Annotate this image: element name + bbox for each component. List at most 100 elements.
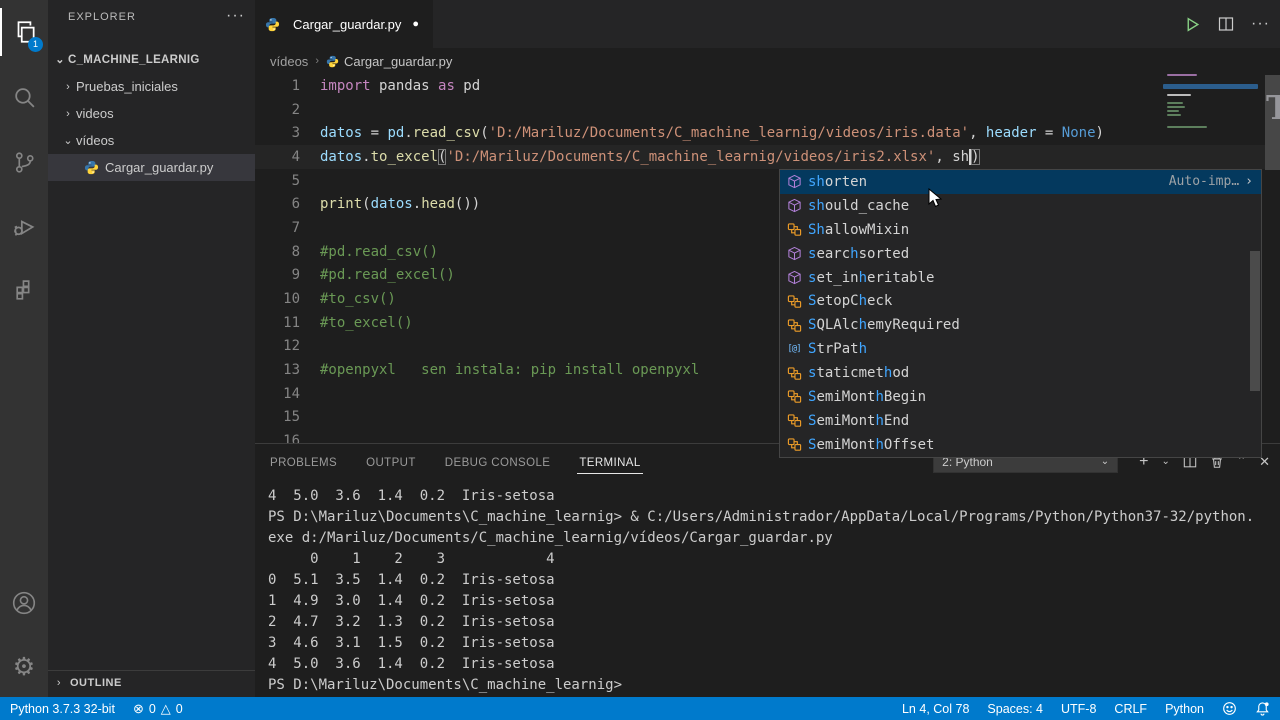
minimap[interactable] — [1163, 72, 1258, 138]
cursor-position-item[interactable]: Ln 4, Col 78 — [902, 702, 969, 716]
symbol-class-icon — [786, 389, 802, 405]
suggest-item-set_inheritable[interactable]: set_inheritable — [780, 266, 1261, 290]
suggest-label: SemiMonthEnd — [808, 413, 909, 429]
terminal-line: 0 1 2 3 4 — [268, 549, 1276, 570]
source-control-icon[interactable] — [0, 138, 48, 186]
line-number[interactable]: 8 — [255, 244, 300, 260]
line-number[interactable]: 11 — [255, 315, 300, 331]
symbol-class-icon — [786, 413, 802, 429]
more-actions-icon[interactable]: ··· — [1251, 19, 1270, 29]
symbol-value-icon: [@] — [786, 341, 802, 357]
tree-item-cargar-guardar-py[interactable]: Cargar_guardar.py — [48, 154, 255, 181]
line-number[interactable]: 7 — [255, 220, 300, 236]
code-line-2[interactable]: 2 — [255, 98, 1280, 122]
terminal-line: 1 4.9 3.0 1.4 0.2 Iris-setosa — [268, 591, 1276, 612]
extensions-icon[interactable] — [0, 266, 48, 314]
line-number[interactable]: 5 — [255, 173, 300, 189]
line-number[interactable]: 9 — [255, 267, 300, 283]
line-number[interactable]: 1 — [255, 78, 300, 94]
explorer-sidebar: EXPLORER ··· ⌄C_MACHINE_LEARNIG›Pruebas_… — [48, 0, 255, 697]
indentation-item[interactable]: Spaces: 4 — [987, 702, 1043, 716]
explorer-root-folder[interactable]: ⌄C_MACHINE_LEARNIG — [48, 46, 255, 73]
settings-gear-icon[interactable]: ⚙ — [0, 643, 48, 691]
language-mode-item[interactable]: Python — [1165, 702, 1204, 716]
activity-bar: 1 ⚙ — [0, 0, 48, 697]
suggest-item-semimonthbegin[interactable]: SemiMonthBegin — [780, 385, 1261, 409]
symbol-module-icon — [786, 270, 802, 286]
video-watermark: T — [1266, 88, 1280, 127]
suggest-item-semimonthoffset[interactable]: SemiMonthOffset — [780, 433, 1261, 457]
line-number[interactable]: 4 — [255, 149, 300, 165]
suggest-item-strpath[interactable]: [@] StrPath — [780, 337, 1261, 361]
line-number[interactable]: 6 — [255, 196, 300, 212]
suggest-label: SQLAlchemyRequired — [808, 317, 960, 333]
suggest-item-should_cache[interactable]: should_cache — [780, 194, 1261, 218]
tree-item-v-deos[interactable]: ⌄vídeos — [48, 127, 255, 154]
encoding-item[interactable]: UTF-8 — [1061, 702, 1096, 716]
line-number[interactable]: 3 — [255, 125, 300, 141]
chevron-down-icon[interactable]: ⌄ — [1161, 457, 1169, 467]
suggest-item-searchsorted[interactable]: searchsorted — [780, 242, 1261, 266]
problems-item[interactable]: ⊗ 0 △ 0 — [133, 701, 183, 717]
panel-tab-problems[interactable]: PROBLEMS — [268, 448, 339, 476]
chevron-right-icon[interactable]: › — [1245, 174, 1253, 189]
run-file-button[interactable] — [1184, 16, 1201, 33]
code-line-4[interactable]: 4datos.to_excel('D:/Mariluz/Documents/C_… — [255, 145, 1280, 169]
suggest-item-shallowmixin[interactable]: ShallowMixin — [780, 218, 1261, 242]
line-number[interactable]: 2 — [255, 102, 300, 118]
line-number[interactable]: 16 — [255, 433, 300, 443]
code-text: #pd.read_excel() — [320, 267, 455, 283]
line-number[interactable]: 14 — [255, 386, 300, 402]
line-number[interactable]: 12 — [255, 338, 300, 354]
terminal-line: 2 4.7 3.2 1.3 0.2 Iris-setosa — [268, 612, 1276, 633]
panel-tab-debug-console[interactable]: DEBUG CONSOLE — [443, 448, 553, 476]
explorer-icon[interactable]: 1 — [0, 8, 48, 56]
line-number[interactable]: 15 — [255, 409, 300, 425]
search-icon[interactable] — [0, 73, 48, 121]
panel-tab-terminal[interactable]: TERMINAL — [577, 448, 642, 476]
terminal-line: 0 5.1 3.5 1.4 0.2 Iris-setosa — [268, 570, 1276, 591]
suggest-item-setopcheck[interactable]: SetopCheck — [780, 289, 1261, 313]
split-editor-icon[interactable] — [1218, 16, 1234, 32]
code-line-1[interactable]: 1import pandas as pd — [255, 74, 1280, 98]
outline-section[interactable]: › OUTLINE — [48, 670, 255, 695]
breadcrumb-folder[interactable]: vídeos — [270, 54, 308, 69]
line-number[interactable]: 10 — [255, 291, 300, 307]
chevron-right-icon: › — [60, 108, 76, 120]
suggest-item-sqlalchemyrequired[interactable]: SQLAlchemyRequired — [780, 313, 1261, 337]
suggest-scrollbar[interactable] — [1250, 251, 1260, 391]
account-icon[interactable] — [0, 579, 48, 627]
terminal-output[interactable]: 4 5.0 3.6 1.4 0.2 Iris-setosaPS D:\Maril… — [268, 486, 1276, 697]
symbol-class-icon — [786, 317, 802, 333]
suggest-label: ShallowMixin — [808, 222, 909, 238]
python-interpreter-item[interactable]: Python 3.7.3 32-bit — [10, 702, 115, 716]
line-number[interactable]: 13 — [255, 362, 300, 378]
panel-tab-output[interactable]: OUTPUT — [364, 448, 418, 476]
python-file-icon — [84, 160, 99, 175]
views-more-actions-icon[interactable]: ··· — [226, 0, 245, 35]
suggest-label: SemiMonthBegin — [808, 389, 926, 405]
run-debug-icon[interactable] — [0, 203, 48, 251]
terminal-line: 4 5.0 3.6 1.4 0.2 Iris-setosa — [268, 654, 1276, 675]
tree-item-videos[interactable]: ›videos — [48, 100, 255, 127]
chevron-down-icon: ⌄ — [60, 134, 76, 147]
suggest-list: shortenAuto-imp…›should_cache ShallowMixi… — [780, 170, 1261, 457]
explorer-badge: 1 — [28, 37, 43, 52]
suggest-item-staticmethod[interactable]: staticmethod — [780, 361, 1261, 385]
notifications-bell-icon[interactable] — [1255, 701, 1270, 716]
tab-cargar-guardar[interactable]: Cargar_guardar.py ● — [255, 0, 433, 48]
code-text: print(datos.head()) — [320, 196, 480, 212]
breadcrumb-file[interactable]: Cargar_guardar.py — [326, 54, 452, 69]
feedback-smiley-icon[interactable] — [1222, 701, 1237, 716]
suggest-item-shorten[interactable]: shortenAuto-imp…› — [780, 170, 1261, 194]
code-text: #openpyxl sen instala: pip install openp… — [320, 362, 699, 378]
suggest-label: SemiMonthOffset — [808, 437, 934, 453]
symbol-module-icon — [786, 174, 802, 190]
suggest-label: StrPath — [808, 341, 867, 357]
tree-item-pruebas-iniciales[interactable]: ›Pruebas_iniciales — [48, 73, 255, 100]
eol-item[interactable]: CRLF — [1114, 702, 1147, 716]
chevron-down-icon: ⌄ — [52, 53, 68, 66]
code-line-3[interactable]: 3datos = pd.read_csv('D:/Mariluz/Documen… — [255, 121, 1280, 145]
suggest-item-semimonthend[interactable]: SemiMonthEnd — [780, 409, 1261, 433]
breadcrumb: vídeos › Cargar_guardar.py — [255, 48, 1280, 74]
